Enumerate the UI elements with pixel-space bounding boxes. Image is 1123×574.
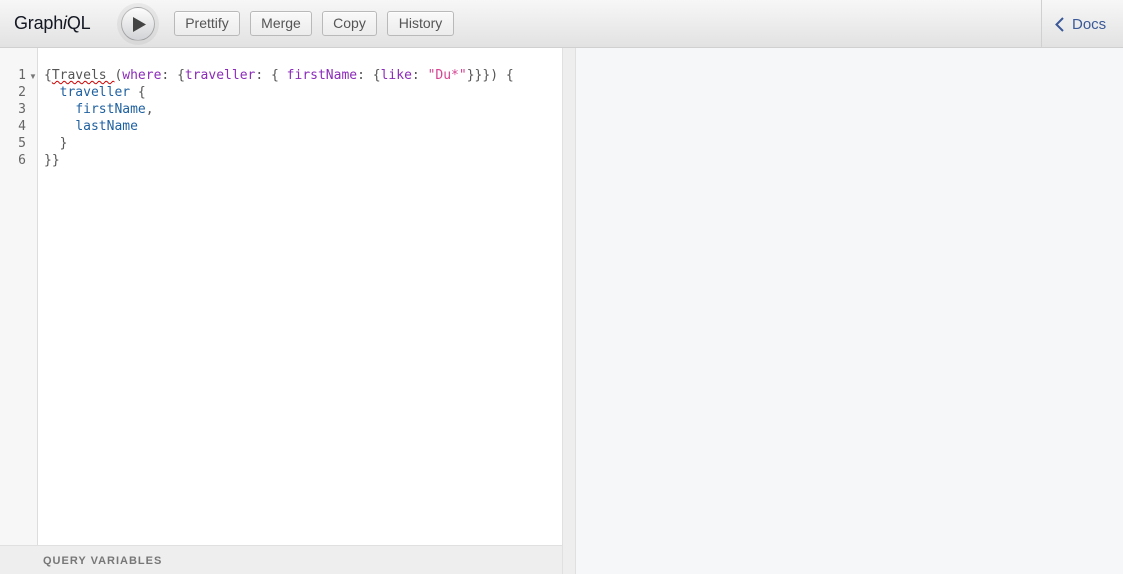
title-suffix: QL — [66, 13, 91, 33]
code-token: : { — [357, 68, 381, 83]
chevron-left-icon — [1055, 17, 1064, 32]
app-title: GraphiQL — [14, 13, 91, 34]
code-token: Travels — [51, 68, 115, 83]
code-token: : — [411, 68, 428, 83]
code-token: : { — [255, 68, 287, 83]
code-token: }} — [44, 153, 60, 168]
merge-button[interactable]: Merge — [250, 11, 312, 36]
code-token: "Du*" — [427, 68, 467, 83]
line-number: 3 — [18, 102, 26, 117]
code-line[interactable]: traveller { — [44, 84, 514, 101]
code-token: firstName — [286, 68, 358, 83]
line-number: 1 — [18, 68, 26, 83]
query-variables-header[interactable]: QUERY VARIABLES — [0, 545, 562, 574]
result-pane — [576, 48, 1123, 574]
code-token: }}}) { — [466, 68, 514, 83]
code-line[interactable]: } — [44, 135, 514, 152]
query-editor[interactable]: 1 2 3 4 5 6 ▼ {Travels (where: {traveller: { … — [0, 48, 562, 574]
title-prefix: Graph — [14, 13, 64, 33]
line-number: 5 — [18, 136, 26, 151]
code-token: traveller — [184, 68, 256, 83]
prettify-button[interactable]: Prettify — [174, 11, 240, 36]
line-number: 2 — [18, 85, 26, 100]
line-number: 6 — [18, 153, 26, 168]
play-icon — [133, 17, 146, 32]
code-token: firstName — [75, 102, 146, 117]
code-token: traveller — [59, 85, 131, 100]
history-button[interactable]: History — [387, 11, 454, 36]
toolbar: GraphiQL Prettify Merge Copy History Doc… — [0, 0, 1123, 48]
code-token: : { — [161, 68, 185, 83]
line-numbers: 1 2 3 4 5 6 — [0, 67, 26, 169]
fold-marker-icon[interactable]: ▼ — [29, 72, 37, 81]
line-number-gutter: 1 2 3 4 5 6 ▼ — [0, 48, 38, 574]
code-line[interactable]: {Travels (where: {traveller: { firstName… — [44, 67, 514, 84]
docs-label: Docs — [1072, 16, 1107, 33]
code-token: { — [130, 85, 146, 100]
code-token: lastName — [75, 119, 138, 134]
code-token: { — [44, 68, 52, 83]
code-token: where — [122, 68, 162, 83]
copy-button[interactable]: Copy — [322, 11, 377, 36]
code-token: } — [44, 136, 68, 151]
line-number: 4 — [18, 119, 26, 134]
code-token: like — [380, 68, 412, 83]
docs-explorer-toggle[interactable]: Docs — [1041, 0, 1123, 48]
pane-resize-handle[interactable] — [562, 48, 576, 574]
execute-query-button[interactable] — [121, 7, 155, 41]
query-variables-label: QUERY VARIABLES — [43, 555, 163, 567]
code-token: , — [145, 102, 154, 117]
code-line[interactable]: lastName — [44, 118, 514, 135]
code-line[interactable]: }} — [44, 152, 514, 169]
query-code[interactable]: {Travels (where: {traveller: { firstName… — [44, 67, 514, 169]
code-line[interactable]: firstName, — [44, 101, 514, 118]
